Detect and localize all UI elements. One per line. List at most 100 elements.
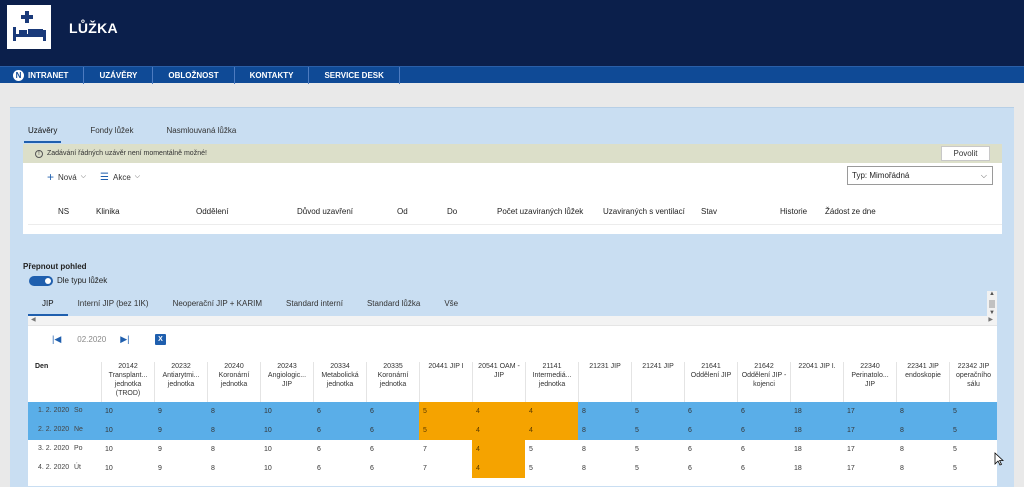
- grid-cell[interactable]: 17: [843, 402, 896, 421]
- grid-row[interactable]: 4. 2. 2020 Út 10 9 8 10 6 6 7 4 5 8 5 6 6 18 17 8 5: [28, 459, 997, 478]
- excel-export-icon[interactable]: X: [155, 334, 166, 345]
- col-header-stav[interactable]: Stav: [701, 207, 717, 216]
- tab-fondy-luzek[interactable]: Fondy lůžek: [86, 118, 137, 143]
- grid-cell[interactable]: 4: [472, 459, 525, 478]
- grid-cell[interactable]: 10: [260, 402, 313, 421]
- grid-cell[interactable]: 6: [737, 440, 790, 459]
- grid-cell[interactable]: 8: [578, 402, 631, 421]
- tabs-scrollbar[interactable]: ▲ ▼: [987, 291, 997, 317]
- tab-uzavery[interactable]: Uzávěry: [24, 118, 62, 143]
- grid-cell[interactable]: 10: [101, 421, 154, 440]
- grid-column-header[interactable]: 21642 Oddělení JIP - kojenci: [737, 362, 790, 402]
- next-page-icon[interactable]: ▶|: [120, 334, 129, 345]
- grid-cell[interactable]: 10: [101, 402, 154, 421]
- scroll-right-icon[interactable]: ▶: [988, 316, 993, 323]
- nav-intranet[interactable]: N INTRANET: [7, 67, 85, 84]
- grid-column-header[interactable]: 20441 JIP I: [419, 362, 472, 402]
- tab-interni-jip[interactable]: Interní JIP (bez 1IK): [68, 292, 161, 316]
- grid-cell[interactable]: 5: [631, 459, 684, 478]
- grid-cell[interactable]: 5: [949, 402, 997, 421]
- grid-cell[interactable]: 17: [843, 459, 896, 478]
- grid-column-header[interactable]: 20334 Metabolická jednotka: [313, 362, 366, 402]
- grid-cell[interactable]: 18: [790, 402, 843, 421]
- grid-horizontal-scrollbar[interactable]: ◀ ▶: [28, 316, 997, 326]
- grid-cell[interactable]: 17: [843, 440, 896, 459]
- grid-cell[interactable]: 9: [154, 459, 207, 478]
- grid-cell[interactable]: 7: [419, 459, 472, 478]
- grid-column-header[interactable]: 21641 Oddělení JIP: [684, 362, 737, 402]
- grid-row[interactable]: 2. 2. 2020 Ne 10 9 8 10 6 6 5 4 4 8 5 6 6 18 17 8 5: [28, 421, 997, 440]
- actions-button[interactable]: ☰ Akce ⌵: [100, 170, 140, 184]
- col-header-duvod[interactable]: Důvod uzavření: [297, 207, 353, 216]
- grid-cell[interactable]: 6: [684, 421, 737, 440]
- type-select[interactable]: Typ: Mimořádná ⌵: [847, 166, 993, 185]
- nav-service-desk[interactable]: SERVICE DESK: [309, 67, 400, 84]
- grid-cell[interactable]: 5: [419, 402, 472, 421]
- grid-column-header[interactable]: 22340 Perinatolo... JIP: [843, 362, 896, 402]
- grid-cell[interactable]: 4: [472, 402, 525, 421]
- col-header-zadost[interactable]: Žádost ze dne: [825, 207, 876, 216]
- col-header-do[interactable]: Do: [447, 207, 457, 216]
- grid-column-header[interactable]: 22041 JIP I.: [790, 362, 843, 402]
- grid-row[interactable]: 1. 2. 2020 So 10 9 8 10 6 6 5 4 4 8 5 6 6 18 17 8 5: [28, 402, 997, 421]
- grid-cell[interactable]: 5: [525, 459, 578, 478]
- grid-cell[interactable]: 6: [313, 440, 366, 459]
- grid-cell[interactable]: 6: [366, 440, 419, 459]
- grid-cell[interactable]: 10: [260, 440, 313, 459]
- grid-cell[interactable]: 9: [154, 421, 207, 440]
- grid-cell[interactable]: 6: [737, 459, 790, 478]
- grid-cell[interactable]: 10: [260, 421, 313, 440]
- col-header-klinika[interactable]: Klinika: [96, 207, 120, 216]
- grid-cell[interactable]: 10: [101, 440, 154, 459]
- grid-cell[interactable]: 6: [366, 421, 419, 440]
- grid-cell[interactable]: 8: [578, 459, 631, 478]
- grid-cell[interactable]: 6: [737, 402, 790, 421]
- grid-cell[interactable]: 18: [790, 421, 843, 440]
- grid-cell[interactable]: 8: [896, 440, 949, 459]
- grid-cell[interactable]: 4: [525, 402, 578, 421]
- grid-cell[interactable]: 8: [578, 440, 631, 459]
- grid-cell[interactable]: 6: [737, 421, 790, 440]
- grid-cell[interactable]: 8: [578, 421, 631, 440]
- grid-cell[interactable]: 5: [525, 440, 578, 459]
- nav-kontakty[interactable]: KONTAKTY: [235, 67, 310, 84]
- grid-cell[interactable]: 8: [207, 459, 260, 478]
- grid-cell[interactable]: 9: [154, 402, 207, 421]
- day-column-header[interactable]: Den: [35, 363, 48, 370]
- grid-column-header[interactable]: 20142 Transplant... jednotka (TROD): [101, 362, 154, 402]
- grid-cell[interactable]: 5: [949, 440, 997, 459]
- col-header-oddeleni[interactable]: Oddělení: [196, 207, 228, 216]
- first-page-icon[interactable]: |◀: [52, 334, 61, 345]
- grid-cell[interactable]: 9: [154, 440, 207, 459]
- grid-cell[interactable]: 5: [631, 402, 684, 421]
- scroll-thumb[interactable]: [989, 300, 995, 308]
- grid-cell[interactable]: 6: [366, 459, 419, 478]
- scroll-up-icon[interactable]: ▲: [989, 291, 995, 297]
- grid-cell[interactable]: 8: [207, 421, 260, 440]
- tab-jip[interactable]: JIP: [28, 292, 68, 316]
- grid-cell[interactable]: 4: [472, 421, 525, 440]
- grid-cell[interactable]: 6: [684, 402, 737, 421]
- grid-cell[interactable]: 17: [843, 421, 896, 440]
- povolit-button[interactable]: Povolit: [941, 146, 990, 161]
- grid-column-header[interactable]: 20335 Koronární jednotka: [366, 362, 419, 402]
- scroll-left-icon[interactable]: ◀: [31, 316, 36, 323]
- grid-cell[interactable]: 8: [207, 402, 260, 421]
- tab-vse[interactable]: Vše: [432, 292, 470, 316]
- grid-cell[interactable]: 10: [101, 459, 154, 478]
- grid-cell[interactable]: 6: [313, 402, 366, 421]
- tab-neoperacni-jip[interactable]: Neoperační JIP + KARIM: [161, 292, 274, 316]
- col-header-ventilace[interactable]: Uzaviraných s ventilací: [603, 207, 685, 216]
- grid-cell[interactable]: 8: [896, 421, 949, 440]
- grid-cell[interactable]: 7: [419, 440, 472, 459]
- bed-icon[interactable]: [7, 5, 51, 49]
- grid-cell[interactable]: 6: [684, 440, 737, 459]
- grid-column-header[interactable]: 22341 JIP endoskopie: [896, 362, 949, 402]
- grid-cell[interactable]: 8: [896, 459, 949, 478]
- col-header-pocet[interactable]: Počet uzaviraných lůžek: [497, 207, 583, 216]
- grid-column-header[interactable]: 20240 Koronární jednotka: [207, 362, 260, 402]
- grid-cell[interactable]: 10: [260, 459, 313, 478]
- grid-cell[interactable]: 18: [790, 459, 843, 478]
- col-header-historie[interactable]: Historie: [780, 207, 807, 216]
- nav-uzavery[interactable]: UZÁVĚRY: [84, 67, 154, 84]
